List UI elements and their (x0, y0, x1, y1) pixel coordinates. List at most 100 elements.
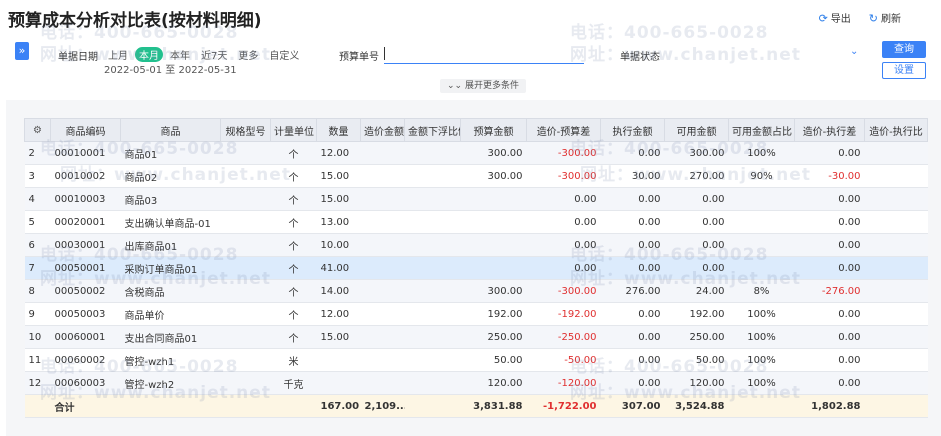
query-button[interactable]: 查询 (882, 41, 926, 58)
table-cell-ratio (404, 325, 461, 349)
table-cell-diff: 0.00 (526, 210, 601, 234)
table-row[interactable]: 2 00010001 商品01 个 12.00 300.00 -300.00 0.00 300.… (24, 141, 928, 165)
table-cell-code: 00010001 (50, 141, 121, 165)
total-cell-avail: 3,524.88 (664, 394, 729, 418)
total-cell-exec: 307.00 (600, 394, 665, 418)
table-cell-cost (360, 164, 405, 188)
date-chip[interactable]: 近7天 (197, 47, 231, 62)
settings-button[interactable]: 设置 (882, 62, 926, 79)
table-cell-budget: 300.00 (460, 279, 527, 303)
table-cell-budget: 120.00 (460, 371, 527, 395)
table-cell-cost (360, 187, 405, 211)
date-chip[interactable]: 更多 (234, 47, 262, 62)
table-cell-budget (460, 233, 527, 257)
column-header[interactable]: 可用金额 (664, 118, 729, 142)
refresh-button[interactable]: ↻ 刷新 (869, 10, 901, 25)
table-cell-no: 4 (24, 187, 51, 211)
table-row[interactable]: 4 00010003 商品03 个 15.00 0.00 0.00 0.00 0.00 (24, 187, 928, 211)
table-cell-unit: 个 (270, 141, 317, 165)
table-cell-exec: 0.00 (600, 256, 665, 280)
table-row[interactable]: 10 00060001 支出合同商品01 个 15.00 250.00 -250.00 0.0… (24, 325, 928, 349)
table-cell-ediff: 0.00 (794, 141, 865, 165)
table-cell-no: 11 (24, 348, 51, 372)
table-cell-diff: -300.00 (526, 279, 601, 303)
table-cell-name: 管控-wzh1 (120, 348, 221, 372)
double-chevron-right-icon: » (18, 44, 26, 57)
column-header[interactable]: 金额下浮比例 (404, 118, 461, 142)
table-cell-no: 6 (24, 233, 51, 257)
date-chip[interactable]: 上月 (104, 47, 132, 62)
table-cell-code: 00030001 (50, 233, 121, 257)
table-area: ⚙商品编码商品规格型号计量单位数量造价金额金额下浮比例预算金额造价-预算差执行金… (6, 100, 941, 436)
export-icon: ⟳ (818, 12, 828, 25)
table-cell-unit: 个 (270, 302, 317, 326)
table-row[interactable]: 7 00050001 采购订单商品01 个 41.00 0.00 0.00 0.00 0.00 (24, 256, 928, 280)
table-cell-avail: 270.00 (664, 164, 729, 188)
column-header[interactable]: 规格型号 (220, 118, 271, 142)
column-header[interactable]: 造价-执行差 (794, 118, 865, 142)
table-cell-ediff: -276.00 (794, 279, 865, 303)
column-header[interactable]: 执行金额 (600, 118, 665, 142)
table-cell-spec (220, 141, 271, 165)
status-dropdown-chevron-icon[interactable]: ⌄ (850, 46, 858, 57)
table-cell-budget: 300.00 (460, 164, 527, 188)
table-row[interactable]: 12 00060003 管控-wzh2 千克 120.00 -120.00 0.00 120.… (24, 371, 928, 395)
total-cell-diff: -1,722.00 (526, 394, 601, 418)
total-cell-budget: 3,831.88 (460, 394, 527, 418)
table-cell-pct: 8% (728, 279, 795, 303)
column-settings-gear-icon[interactable]: ⚙ (24, 118, 51, 142)
table-row[interactable]: 3 00010002 商品02 个 15.00 300.00 -300.00 30.00 270… (24, 164, 928, 188)
table-cell-no: 7 (24, 256, 51, 280)
table-cell-no: 2 (24, 141, 51, 165)
total-cell-ediff: 1,802.88 (794, 394, 865, 418)
column-header[interactable]: 商品 (120, 118, 221, 142)
table-cell-exec: 0.00 (600, 210, 665, 234)
column-header[interactable]: 商品编码 (50, 118, 121, 142)
table-cell-unit: 个 (270, 256, 317, 280)
table-cell-no: 10 (24, 325, 51, 349)
table-cell-diff: -300.00 (526, 141, 601, 165)
table-cell-unit: 个 (270, 279, 317, 303)
table-row[interactable]: 6 00030001 出库商品01 个 10.00 0.00 0.00 0.00 0.00 (24, 233, 928, 257)
expand-conditions-button[interactable]: ⌄⌄ 展开更多条件 (440, 79, 526, 93)
table-cell-spec (220, 348, 271, 372)
date-chip[interactable]: 自定义 (265, 47, 303, 62)
column-header[interactable]: 造价-执行比 (864, 118, 928, 142)
table-row[interactable]: 11 00060002 管控-wzh1 米 50.00 -50.00 0.00 50.00 10… (24, 348, 928, 372)
table-cell-ediff: -30.00 (794, 164, 865, 188)
date-label: 单据日期 (58, 52, 98, 63)
table-cell-no: 8 (24, 279, 51, 303)
table-cell-spec (220, 210, 271, 234)
column-header[interactable]: 造价-预算差 (526, 118, 601, 142)
table-cell-diff: -300.00 (526, 164, 601, 188)
table-cell-exec: 0.00 (600, 348, 665, 372)
column-header[interactable]: 计量单位 (270, 118, 317, 142)
table-row[interactable]: 9 00050003 商品单价个 12.00 192.00 -192.00 0.00 192.… (24, 302, 928, 326)
column-header[interactable]: 预算金额 (460, 118, 527, 142)
table-cell-exec: 0.00 (600, 233, 665, 257)
table-row[interactable]: 8 00050002 含税商品 个 14.00 300.00 -300.00 276.00 24… (24, 279, 928, 303)
total-cell-ratio (404, 394, 461, 418)
collapse-toggle[interactable]: » (15, 42, 29, 60)
column-header[interactable]: 可用金额占比 (728, 118, 795, 142)
table-cell-spec (220, 302, 271, 326)
date-chip[interactable]: 本月 (135, 47, 163, 62)
table-row[interactable]: 5 00020001 支出确认单商品-01 个 13.00 0.00 0.00 0.00 0.0… (24, 210, 928, 234)
table-cell-name: 商品03 (120, 187, 221, 211)
table-cell-cost (360, 141, 405, 165)
table-cell-qty: 15.00 (316, 164, 361, 188)
date-chip[interactable]: 本年 (166, 47, 194, 62)
budget-no-input[interactable] (384, 45, 584, 64)
table-cell-avail: 50.00 (664, 348, 729, 372)
table-cell-ediff: 0.00 (794, 371, 865, 395)
table-cell-avail: 300.00 (664, 141, 729, 165)
column-header[interactable]: 数量 (316, 118, 361, 142)
export-button[interactable]: ⟳ 导出 (819, 10, 851, 25)
table-cell-name: 出库商品01 (120, 233, 221, 257)
total-cell-pct (728, 394, 795, 418)
column-header[interactable]: 造价金额 (360, 118, 405, 142)
table-cell-avail: 0.00 (664, 210, 729, 234)
table-cell-ediff: 0.00 (794, 256, 865, 280)
table-cell-exec: 0.00 (600, 187, 665, 211)
table-cell-ratio (404, 141, 461, 165)
